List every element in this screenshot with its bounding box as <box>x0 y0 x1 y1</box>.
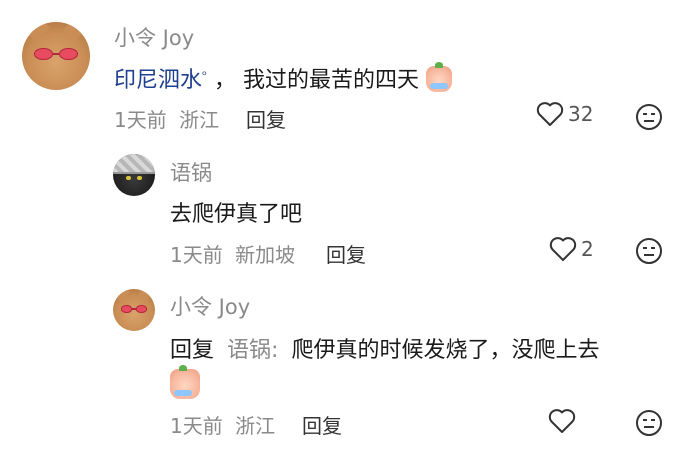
dislike-face-icon[interactable] <box>635 237 663 265</box>
comment-location: 浙江 <box>179 108 220 132</box>
reply-location: 浙江 <box>235 414 276 438</box>
reply-meta: 1天前 新加坡 <box>170 239 295 268</box>
reply-username[interactable]: 小令 Joy <box>170 291 250 321</box>
reply-text: 回复 语锅: 爬伊真的时候发烧了，没爬上去 <box>170 332 599 364</box>
like-count: 2 <box>581 237 594 261</box>
heart-icon <box>549 237 577 261</box>
like-button[interactable]: 32 <box>536 101 593 127</box>
mention-link[interactable]: 语锅: <box>227 338 278 363</box>
reply-username[interactable]: 语锅 <box>170 157 212 187</box>
reply-text: 去爬伊真了吧 <box>170 202 303 227</box>
crying-peach-emoji <box>425 62 452 92</box>
reply-date: 1天前 <box>170 414 223 438</box>
comment-date: 1天前 <box>114 108 167 132</box>
reply-body: 爬伊真的时候发烧了，没爬上去 <box>291 338 600 363</box>
like-count: 32 <box>568 102 594 126</box>
comment-username[interactable]: 小令 Joy <box>114 22 194 52</box>
comment-text-rest: ， 我过的最苦的四天 <box>213 68 419 93</box>
reply-button[interactable]: 回复 <box>246 104 286 133</box>
dislike-face-icon[interactable] <box>635 103 663 131</box>
location-link[interactable]: 印尼泗水ᵒ <box>114 68 214 93</box>
like-button[interactable] <box>548 408 576 434</box>
heart-icon <box>536 102 564 126</box>
reply-prefix: 回复 <box>170 338 215 363</box>
comment-meta: 1天前 浙江 <box>114 104 219 133</box>
reply-date: 1天前 <box>170 243 223 267</box>
avatar-xiaoling-joy[interactable] <box>22 22 90 90</box>
reply-meta: 1天前 浙江 <box>170 410 275 439</box>
heart-icon <box>548 409 576 433</box>
avatar-yuguo[interactable] <box>113 154 155 196</box>
avatar-xiaoling-joy[interactable] <box>113 289 155 331</box>
like-button[interactable]: 2 <box>549 236 594 262</box>
reply-button[interactable]: 回复 <box>326 239 366 268</box>
reply-location: 新加坡 <box>235 243 296 267</box>
reply-button[interactable]: 回复 <box>302 410 342 439</box>
dislike-face-icon[interactable] <box>635 409 663 437</box>
search-icon: ᵒ <box>202 68 207 82</box>
crying-peach-emoji <box>170 365 200 399</box>
comment-text: 印尼泗水ᵒ ， 我过的最苦的四天 <box>114 62 452 94</box>
